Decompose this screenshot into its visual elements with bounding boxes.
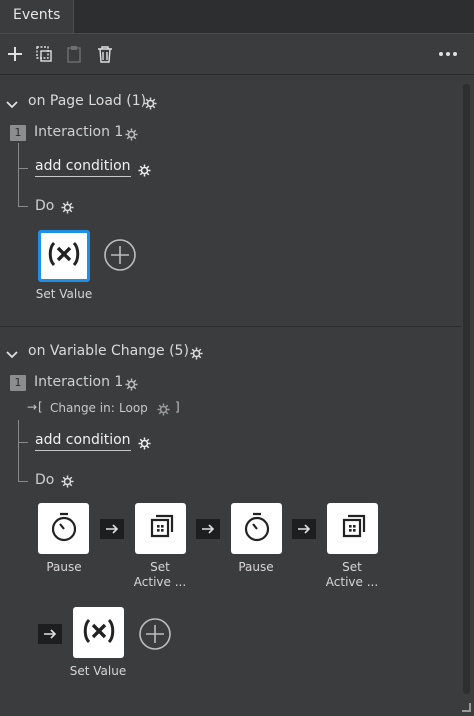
state-icon <box>147 513 175 545</box>
event-title-variable-change[interactable]: on Variable Change (5) <box>28 343 189 359</box>
add-action-icon[interactable] <box>104 239 136 271</box>
gear-icon[interactable] <box>61 473 74 492</box>
tree-line <box>18 168 28 169</box>
gear-icon[interactable] <box>125 376 138 395</box>
gear-icon[interactable] <box>190 345 203 364</box>
gear-icon[interactable] <box>138 435 151 454</box>
action-set-active[interactable] <box>327 503 378 554</box>
interaction-number-badge: 1 <box>10 125 26 141</box>
action-set-active[interactable] <box>135 503 186 554</box>
chevron-down-icon[interactable] <box>6 346 18 365</box>
state-icon <box>339 513 367 545</box>
action-label: Set Value <box>35 287 93 301</box>
add-condition-link[interactable]: add condition <box>35 158 131 177</box>
bracket-close: ] <box>175 400 180 414</box>
tab-events[interactable]: Events <box>0 0 74 33</box>
action-label: Set Value <box>69 664 127 678</box>
tree-line <box>18 420 19 481</box>
events-toolbar <box>0 34 474 75</box>
tab-events-label: Events <box>13 7 61 23</box>
action-label: Active ... <box>325 575 379 589</box>
panel-tab-bar: Events <box>0 0 474 34</box>
copy-icon[interactable] <box>34 44 54 64</box>
gear-icon[interactable] <box>157 401 170 420</box>
action-label: Pause <box>238 560 274 574</box>
change-in-variable[interactable]: Loop <box>119 401 148 415</box>
action-label: Set <box>150 560 170 574</box>
delete-icon[interactable] <box>95 44 115 64</box>
interaction-label[interactable]: Interaction 1 <box>34 374 123 390</box>
interaction-label[interactable]: Interaction 1 <box>34 124 123 140</box>
add-icon[interactable] <box>5 44 25 64</box>
event-title-page-load[interactable]: on Page Load (1) <box>28 93 146 109</box>
timer-icon <box>50 512 78 546</box>
chevron-down-icon[interactable] <box>6 96 18 115</box>
variable-x-icon <box>82 618 116 648</box>
do-label: Do <box>35 472 55 488</box>
action-pause[interactable] <box>231 503 282 554</box>
variable-x-icon <box>47 241 81 271</box>
action-pause[interactable] <box>38 503 89 554</box>
resize-handle-icon[interactable] <box>459 697 471 712</box>
tree-line <box>18 442 28 443</box>
arrow-right-icon <box>100 519 124 539</box>
interaction-number-badge: 1 <box>10 375 26 391</box>
do-label: Do <box>35 198 55 214</box>
action-set-value[interactable] <box>73 607 124 658</box>
arrow-right-icon <box>196 519 220 539</box>
arrow-right-icon <box>292 519 316 539</box>
gear-icon[interactable] <box>125 126 138 145</box>
tree-line <box>18 143 19 206</box>
arrow-right-icon <box>38 624 62 644</box>
tree-line <box>18 481 28 482</box>
action-label: Active ... <box>133 575 187 589</box>
paste-icon[interactable] <box>64 44 84 64</box>
action-label: Pause <box>46 560 82 574</box>
gear-icon[interactable] <box>138 162 151 181</box>
arrow-right-icon: → <box>27 400 38 414</box>
add-action-icon[interactable] <box>139 618 171 650</box>
tree-line <box>18 206 28 207</box>
bracket-open: [ <box>38 400 43 414</box>
add-condition-link[interactable]: add condition <box>35 432 131 451</box>
section-divider <box>0 326 462 327</box>
action-label: Set <box>342 560 362 574</box>
gear-icon[interactable] <box>61 199 74 218</box>
more-options-icon[interactable] <box>438 44 458 64</box>
scrollbar[interactable] <box>463 84 470 694</box>
timer-icon <box>243 512 271 546</box>
change-in-label: Change in: <box>50 401 115 415</box>
action-set-value[interactable] <box>38 230 90 282</box>
gear-icon[interactable] <box>144 95 157 114</box>
